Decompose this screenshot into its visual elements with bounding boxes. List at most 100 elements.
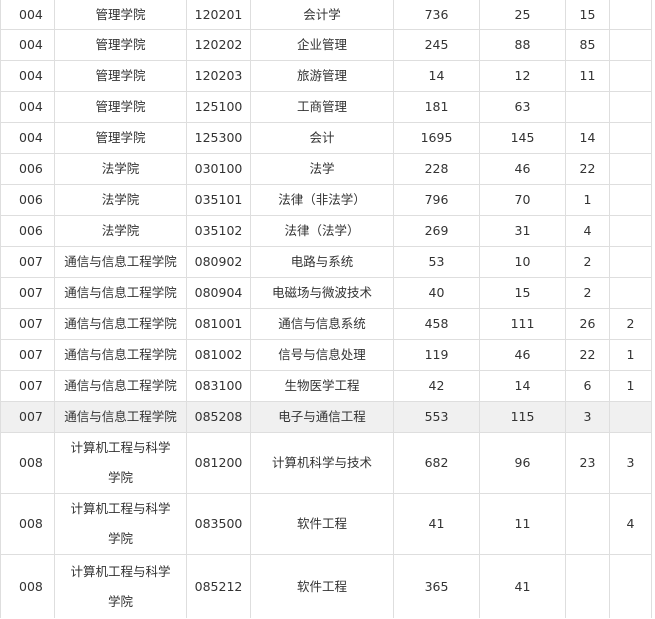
- dept-code-cell: 007: [0, 401, 55, 433]
- table-row: 004 管理学院 125100 工商管理 181 63: [0, 91, 652, 123]
- value-c-cell: 14: [565, 122, 610, 154]
- dept-code-cell: 006: [0, 184, 55, 216]
- dept-code-cell: 007: [0, 370, 55, 402]
- value-d-cell: [609, 401, 652, 433]
- value-a-cell: 458: [393, 308, 480, 340]
- value-b-cell: 11: [479, 493, 566, 555]
- major-name-cell: 计算机科学与技术: [250, 432, 394, 494]
- value-c-cell: 3: [565, 401, 610, 433]
- value-c-cell: 23: [565, 432, 610, 494]
- table-row: 004 管理学院 125300 会计 1695 145 14: [0, 122, 652, 154]
- table-row: 004 管理学院 120202 企业管理 245 88 85: [0, 29, 652, 61]
- value-b-cell: 145: [479, 122, 566, 154]
- value-a-cell: 42: [393, 370, 480, 402]
- value-d-cell: 2: [609, 308, 652, 340]
- major-name-cell: 电磁场与微波技术: [250, 277, 394, 309]
- dept-code-cell: 004: [0, 29, 55, 61]
- major-name-cell: 软件工程: [250, 493, 394, 555]
- major-code-cell: 125100: [186, 91, 251, 123]
- dept-code-cell: 008: [0, 493, 55, 555]
- value-c-cell: 1: [565, 184, 610, 216]
- major-code-cell: 035101: [186, 184, 251, 216]
- value-a-cell: 41: [393, 493, 480, 555]
- value-a-cell: 796: [393, 184, 480, 216]
- value-a-cell: 40: [393, 277, 480, 309]
- value-b-cell: 63: [479, 91, 566, 123]
- value-c-cell: 4: [565, 215, 610, 247]
- table-row: 007 通信与信息工程学院 080904 电磁场与微波技术 40 15 2: [0, 277, 652, 309]
- value-c-cell: 22: [565, 153, 610, 185]
- value-d-cell: [609, 246, 652, 278]
- college-cell: 通信与信息工程学院: [54, 370, 187, 402]
- value-b-cell: 12: [479, 60, 566, 92]
- college-cell: 管理学院: [54, 0, 187, 30]
- value-c-cell: [565, 91, 610, 123]
- value-d-cell: 1: [609, 370, 652, 402]
- value-b-cell: 111: [479, 308, 566, 340]
- college-cell: 通信与信息工程学院: [54, 246, 187, 278]
- table-row: 006 法学院 030100 法学 228 46 22: [0, 153, 652, 185]
- major-code-cell: 080904: [186, 277, 251, 309]
- major-name-cell: 电子与通信工程: [250, 401, 394, 433]
- value-a-cell: 365: [393, 554, 480, 618]
- value-a-cell: 119: [393, 339, 480, 371]
- major-code-cell: 081200: [186, 432, 251, 494]
- table-row: 007 通信与信息工程学院 080902 电路与系统 53 10 2: [0, 246, 652, 278]
- value-b-cell: 31: [479, 215, 566, 247]
- table-row: 004 管理学院 120201 会计学 736 25 15: [0, 0, 652, 30]
- college-cell: 计算机工程与科学学院: [54, 432, 187, 494]
- major-code-cell: 081002: [186, 339, 251, 371]
- value-d-cell: [609, 122, 652, 154]
- dept-code-cell: 007: [0, 277, 55, 309]
- college-cell: 管理学院: [54, 91, 187, 123]
- major-code-cell: 085212: [186, 554, 251, 618]
- value-c-cell: 2: [565, 277, 610, 309]
- value-a-cell: 269: [393, 215, 480, 247]
- admissions-table: 004 管理学院 120201 会计学 736 25 15 004 管理学院 120202 企业管理…: [0, 0, 652, 618]
- value-b-cell: 46: [479, 153, 566, 185]
- value-c-cell: 85: [565, 29, 610, 61]
- value-d-cell: [609, 91, 652, 123]
- major-name-cell: 生物医学工程: [250, 370, 394, 402]
- value-c-cell: 22: [565, 339, 610, 371]
- major-name-cell: 法律（法学）: [250, 215, 394, 247]
- value-b-cell: 15: [479, 277, 566, 309]
- value-a-cell: 14: [393, 60, 480, 92]
- value-c-cell: 2: [565, 246, 610, 278]
- table-row: 006 法学院 035101 法律（非法学） 796 70 1: [0, 184, 652, 216]
- college-cell: 法学院: [54, 215, 187, 247]
- major-code-cell: 125300: [186, 122, 251, 154]
- major-code-cell: 030100: [186, 153, 251, 185]
- value-a-cell: 1695: [393, 122, 480, 154]
- college-cell: 计算机工程与科学学院: [54, 554, 187, 618]
- value-d-cell: 4: [609, 493, 652, 555]
- table-row: 007 通信与信息工程学院 083100 生物医学工程 42 14 6 1: [0, 370, 652, 402]
- major-name-cell: 会计: [250, 122, 394, 154]
- major-code-cell: 081001: [186, 308, 251, 340]
- table-row: 008 计算机工程与科学学院 085212 软件工程 365 41: [0, 554, 652, 618]
- value-b-cell: 88: [479, 29, 566, 61]
- value-c-cell: [565, 554, 610, 618]
- dept-code-cell: 004: [0, 91, 55, 123]
- major-name-cell: 旅游管理: [250, 60, 394, 92]
- value-c-cell: 26: [565, 308, 610, 340]
- value-c-cell: 6: [565, 370, 610, 402]
- value-c-cell: 11: [565, 60, 610, 92]
- value-d-cell: 3: [609, 432, 652, 494]
- major-name-cell: 法律（非法学）: [250, 184, 394, 216]
- college-cell: 通信与信息工程学院: [54, 308, 187, 340]
- table-row: 007 通信与信息工程学院 081001 通信与信息系统 458 111 26 2: [0, 308, 652, 340]
- major-code-cell: 120202: [186, 29, 251, 61]
- dept-code-cell: 004: [0, 0, 55, 30]
- dept-code-cell: 008: [0, 554, 55, 618]
- value-b-cell: 96: [479, 432, 566, 494]
- value-b-cell: 25: [479, 0, 566, 30]
- table-row: 008 计算机工程与科学学院 083500 软件工程 41 11 4: [0, 493, 652, 555]
- value-c-cell: 15: [565, 0, 610, 30]
- major-code-cell: 083100: [186, 370, 251, 402]
- value-c-cell: [565, 493, 610, 555]
- college-cell: 法学院: [54, 184, 187, 216]
- college-cell: 管理学院: [54, 60, 187, 92]
- dept-code-cell: 007: [0, 246, 55, 278]
- major-name-cell: 工商管理: [250, 91, 394, 123]
